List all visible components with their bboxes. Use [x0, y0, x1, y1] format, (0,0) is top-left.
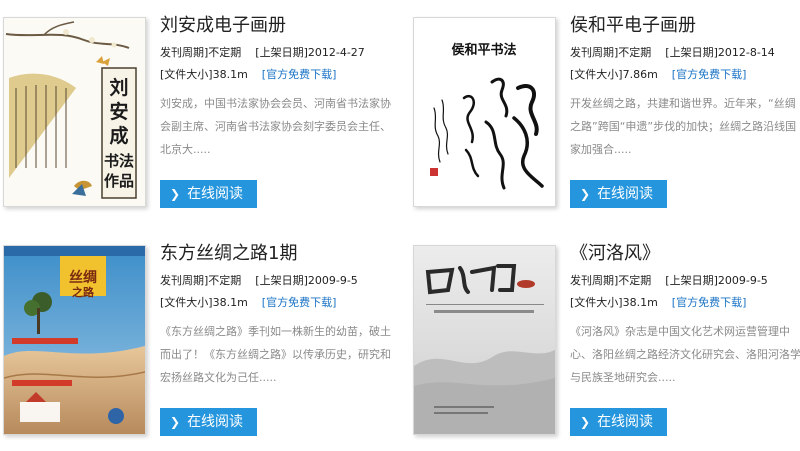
meta-row-period-date: 发刊周期]不定期 [上架日期]2012-8-14 — [570, 42, 800, 64]
card-info: 侯和平电子画册 发刊周期]不定期 [上架日期]2012-8-14 [文件大小]7.… — [570, 10, 800, 162]
cover-image[interactable]: 刘 安 成 书法 作品 — [3, 17, 146, 207]
free-download-link[interactable]: [官方免费下载] — [672, 296, 747, 309]
cover-silk-road: 丝绸 之路 — [4, 246, 145, 434]
chevron-right-icon: ❯ — [580, 415, 591, 429]
free-download-link[interactable]: [官方免费下载] — [672, 68, 747, 81]
read-online-button[interactable]: ❯ 在线阅读 — [570, 408, 667, 436]
meta-row-size-download: [文件大小]38.1m [官方免费下载] — [160, 292, 396, 314]
read-online-label: 在线阅读 — [187, 186, 244, 202]
card-description: 《东方丝绸之路》季刊如一株新生的幼苗，破土而出了！《东方丝绸之路》以传承历史，研… — [160, 325, 391, 384]
cover-heluo-feng — [414, 246, 555, 434]
period-label: 发刊周期]不定期 — [160, 274, 242, 287]
meta-row-size-download: [文件大小]38.1m [官方免费下载] — [160, 64, 396, 86]
svg-text:成: 成 — [109, 124, 128, 147]
magazine-card: 侯和平书法 侯和平电子画册 发刊周期]不定期 [上架日期]2012-8-14 [文… — [410, 0, 800, 220]
cover-image[interactable] — [413, 245, 556, 435]
magazine-card: 刘 安 成 书法 作品 刘安成电子画册 发刊周期]不定期 [上架日期]2012-4… — [0, 0, 400, 220]
read-online-button[interactable]: ❯ 在线阅读 — [160, 408, 257, 436]
chevron-right-icon: ❯ — [170, 187, 181, 201]
read-online-button[interactable]: ❯ 在线阅读 — [570, 180, 667, 208]
date-label: [上架日期]2012-4-27 — [255, 46, 365, 59]
svg-text:之路: 之路 — [72, 285, 95, 299]
magazine-card: 《河洛风》 发刊周期]不定期 [上架日期]2009-9-5 [文件大小]38.1m… — [410, 228, 800, 448]
read-online-label: 在线阅读 — [597, 186, 654, 202]
meta-row-period-date: 发刊周期]不定期 [上架日期]2012-4-27 — [160, 42, 396, 64]
svg-text:安: 安 — [109, 100, 128, 123]
period-label: 发刊周期]不定期 — [160, 46, 242, 59]
card-title[interactable]: 《河洛风》 — [570, 238, 800, 270]
size-label: [文件大小]38.1m — [160, 68, 248, 81]
read-online-label: 在线阅读 — [187, 414, 244, 430]
period-label: 发刊周期]不定期 — [570, 274, 652, 287]
read-online-label: 在线阅读 — [597, 414, 654, 430]
cover-image[interactable]: 丝绸 之路 — [3, 245, 146, 435]
svg-text:作品: 作品 — [104, 172, 134, 190]
size-label: [文件大小]38.1m — [570, 296, 658, 309]
card-title[interactable]: 刘安成电子画册 — [160, 10, 396, 42]
free-download-link[interactable]: [官方免费下载] — [262, 68, 337, 81]
card-info: 《河洛风》 发刊周期]不定期 [上架日期]2009-9-5 [文件大小]38.1m… — [570, 238, 800, 390]
svg-text:丝绸: 丝绸 — [69, 269, 97, 286]
meta-row-size-download: [文件大小]7.86m [官方免费下载] — [570, 64, 800, 86]
cover-hou-heping: 侯和平书法 — [414, 18, 555, 206]
date-label: [上架日期]2009-9-5 — [255, 274, 358, 287]
card-info: 刘安成电子画册 发刊周期]不定期 [上架日期]2012-4-27 [文件大小]38… — [160, 10, 396, 162]
read-online-button[interactable]: ❯ 在线阅读 — [160, 180, 257, 208]
meta-row-period-date: 发刊周期]不定期 [上架日期]2009-9-5 — [570, 270, 800, 292]
size-label: [文件大小]7.86m — [570, 68, 658, 81]
period-label: 发刊周期]不定期 — [570, 46, 652, 59]
svg-text:刘: 刘 — [109, 76, 128, 99]
card-description: 开发丝绸之路，共建和谐世界。近年来，“丝绸之路”跨国“申遗”步伐的加快；丝绸之路… — [570, 97, 797, 156]
chevron-right-icon: ❯ — [170, 415, 181, 429]
magazine-card: 丝绸 之路 东方丝绸之路1期 发刊周期]不定期 [上架日期]2009-9-5 [文… — [0, 228, 400, 448]
cover-image[interactable]: 侯和平书法 — [413, 17, 556, 207]
card-description: 《河洛风》杂志是中国文化艺术网运营管理中心、洛阳丝绸之路经济文化研究会、洛阳河洛… — [570, 325, 800, 384]
card-title[interactable]: 侯和平电子画册 — [570, 10, 800, 42]
date-label: [上架日期]2012-8-14 — [665, 46, 775, 59]
free-download-link[interactable]: [官方免费下载] — [262, 296, 337, 309]
date-label: [上架日期]2009-9-5 — [665, 274, 768, 287]
card-description: 刘安成，中国书法家协会会员、河南省书法家协会副主席、河南省书法家协会刻字委员会主… — [160, 97, 391, 156]
size-label: [文件大小]38.1m — [160, 296, 248, 309]
card-title[interactable]: 东方丝绸之路1期 — [160, 238, 396, 270]
svg-text:侯和平书法: 侯和平书法 — [451, 42, 516, 58]
card-info: 东方丝绸之路1期 发刊周期]不定期 [上架日期]2009-9-5 [文件大小]38… — [160, 238, 396, 390]
svg-text:书法: 书法 — [104, 152, 134, 170]
meta-row-period-date: 发刊周期]不定期 [上架日期]2009-9-5 — [160, 270, 396, 292]
meta-row-size-download: [文件大小]38.1m [官方免费下载] — [570, 292, 800, 314]
cover-liu-ancheng: 刘 安 成 书法 作品 — [4, 18, 145, 206]
chevron-right-icon: ❯ — [580, 187, 591, 201]
